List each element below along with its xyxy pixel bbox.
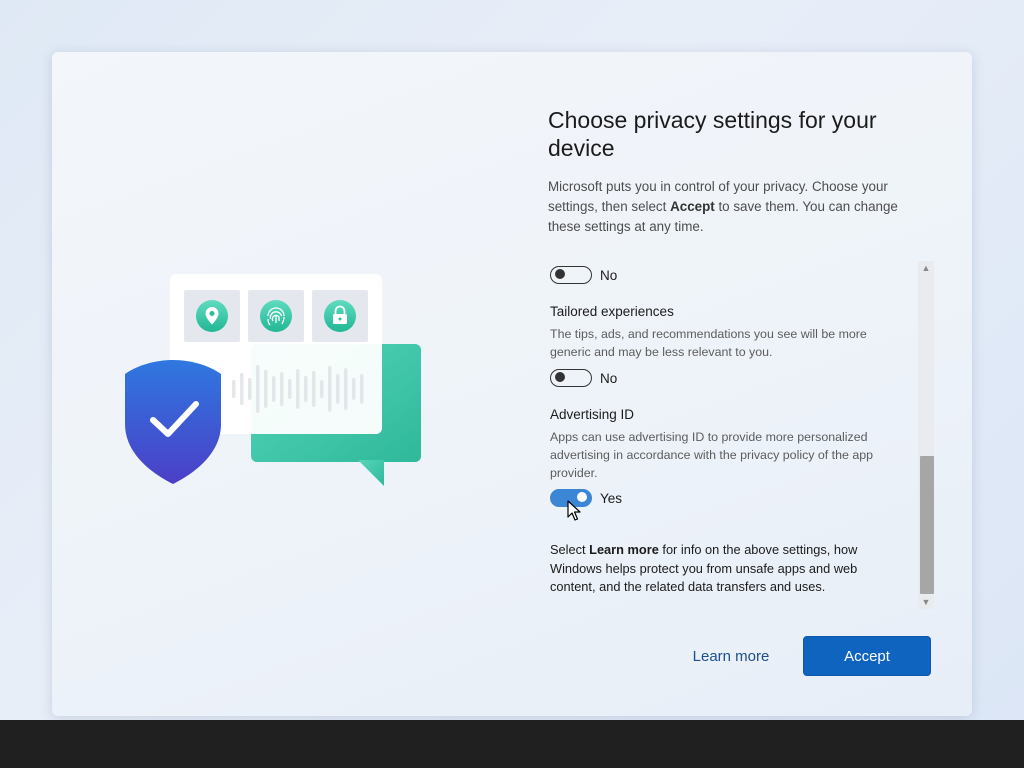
tailored-experiences-title: Tailored experiences: [550, 304, 674, 319]
learn-more-button[interactable]: Learn more: [672, 636, 790, 676]
privacy-settings-panel: Choose privacy settings for your device …: [548, 52, 958, 716]
chevron-down-icon[interactable]: ▼: [918, 595, 934, 609]
scrollbar-thumb[interactable]: [920, 456, 934, 594]
previous-setting-toggle-row: No: [550, 266, 617, 284]
toggle-state-label: Yes: [600, 490, 623, 506]
advertising-id-title: Advertising ID: [550, 407, 635, 422]
privacy-illustration: [125, 274, 421, 486]
intro-text: Microsoft puts you in control of your pr…: [548, 179, 898, 234]
accept-button[interactable]: Accept: [803, 636, 931, 676]
chevron-up-icon[interactable]: ▲: [918, 261, 934, 275]
tailored-experiences-toggle-row: No: [550, 369, 617, 387]
fingerprint-icon: [260, 300, 292, 332]
settings-scroll-area[interactable]: No Tailored experiences The tips, ads, a…: [550, 260, 936, 610]
lock-icon: [324, 300, 356, 332]
advertising-id-description: Apps can use advertising ID to provide m…: [550, 430, 874, 480]
page-title: Choose privacy settings for your device: [548, 107, 877, 161]
location-pin-icon: [196, 300, 228, 332]
toggle-state-label: No: [600, 267, 618, 283]
tailored-experiences-description: The tips, ads, and recommendations you s…: [550, 327, 867, 359]
shield-check-icon: [125, 360, 221, 484]
tailored-experiences-toggle[interactable]: [550, 369, 592, 387]
previous-setting-toggle[interactable]: [550, 266, 592, 284]
taskbar: [0, 720, 1024, 768]
vertical-scrollbar[interactable]: ▲ ▼: [918, 261, 934, 609]
learn-more-info-text: Select Learn more for info on the above …: [550, 542, 858, 594]
advertising-id-toggle-row: Yes: [550, 489, 622, 507]
setup-window: Choose privacy settings for your device …: [52, 52, 972, 716]
mouse-cursor-icon: [567, 500, 581, 521]
toggle-state-label: No: [600, 370, 618, 386]
